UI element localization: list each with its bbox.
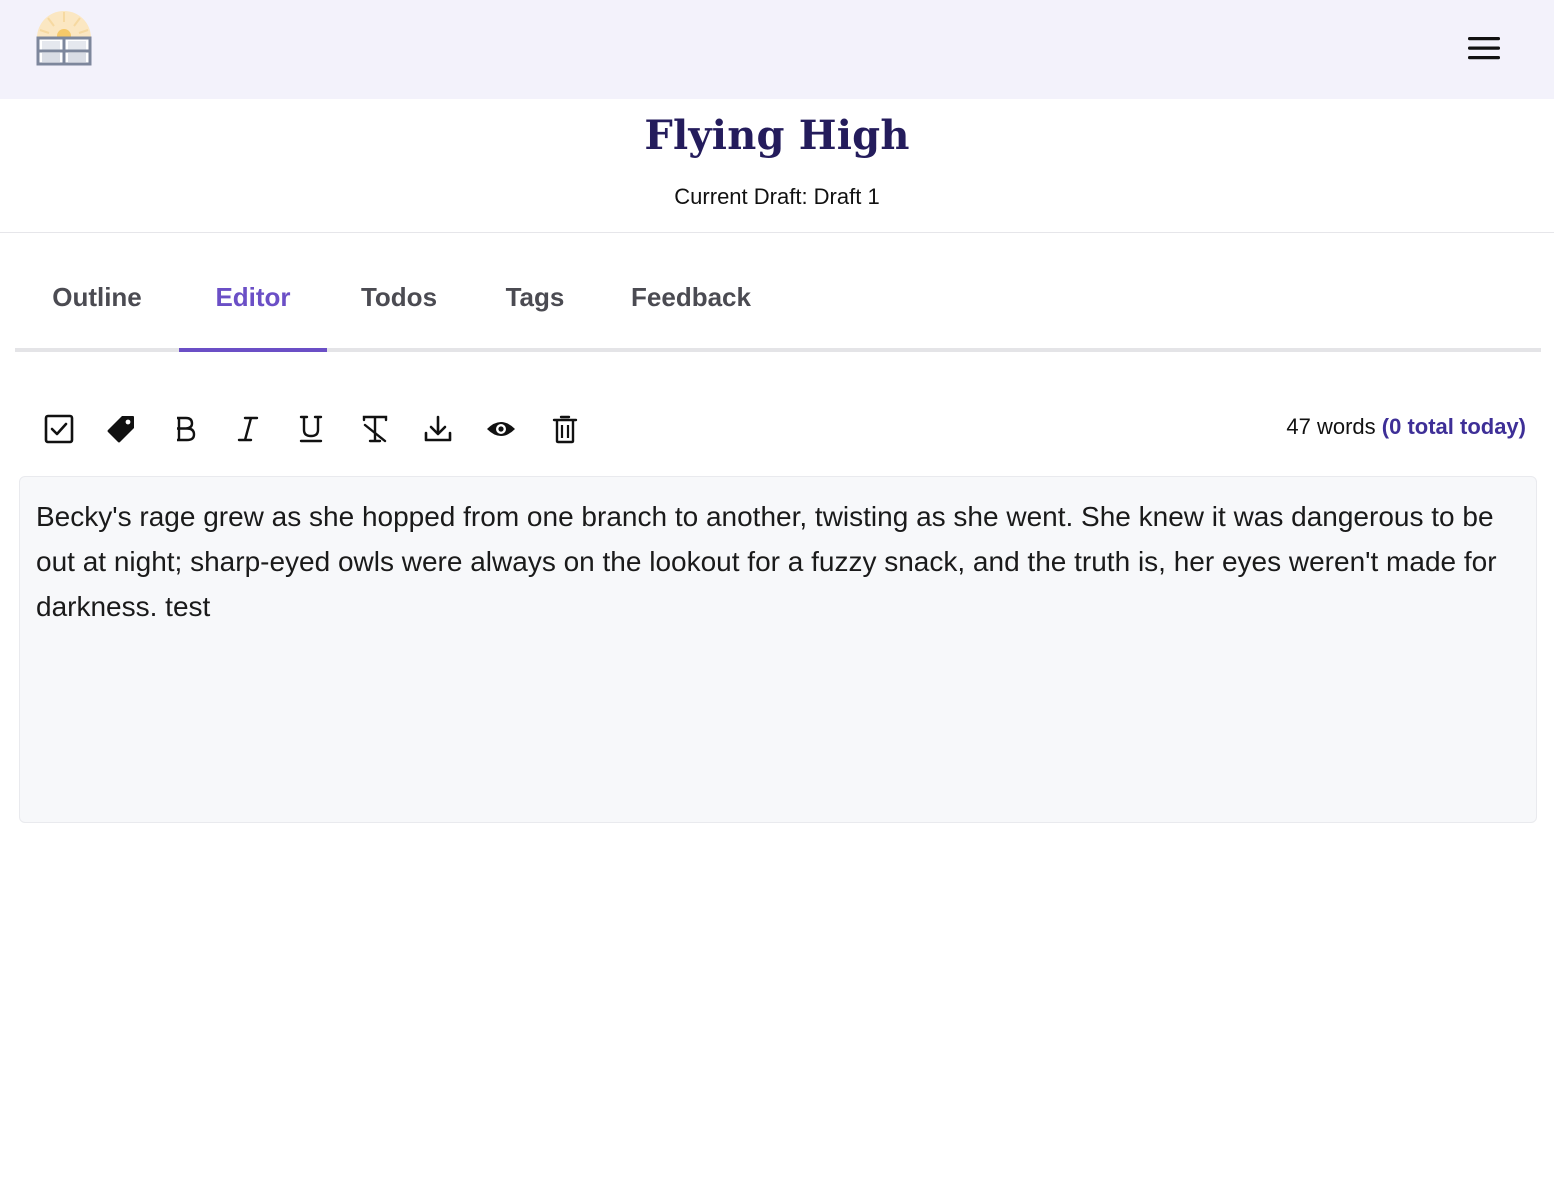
tab-editor[interactable]: Editor <box>179 262 327 348</box>
checkbox-icon[interactable] <box>36 406 82 452</box>
word-count: 47 words (0 total today) <box>1286 414 1526 440</box>
bold-icon[interactable] <box>162 406 208 452</box>
tag-icon[interactable] <box>98 406 144 452</box>
download-icon[interactable] <box>415 406 461 452</box>
project-title: Flying High <box>644 112 910 159</box>
trash-icon[interactable] <box>542 406 588 452</box>
app-logo-icon[interactable] <box>36 10 92 66</box>
hamburger-menu-icon[interactable] <box>1464 32 1504 64</box>
italic-icon[interactable] <box>225 406 271 452</box>
text-editor[interactable]: Becky's rage grew as she hopped from one… <box>19 476 1537 823</box>
eye-icon[interactable] <box>478 406 524 452</box>
tab-outline[interactable]: Outline <box>35 262 159 348</box>
current-draft-label: Current Draft: Draft 1 <box>674 184 880 209</box>
tab-todos[interactable]: Todos <box>349 262 449 348</box>
word-count-value: 47 words <box>1286 414 1376 439</box>
header-divider <box>0 232 1554 233</box>
tab-feedback[interactable]: Feedback <box>623 262 759 348</box>
tab-bar: Outline Editor Todos Tags Feedback <box>15 262 1541 352</box>
clear-format-icon[interactable] <box>352 406 398 452</box>
tab-tags[interactable]: Tags <box>499 262 571 348</box>
top-navigation-bar <box>0 0 1554 99</box>
active-tab-indicator <box>179 348 327 352</box>
today-word-total: (0 total today) <box>1381 414 1526 439</box>
underline-icon[interactable] <box>288 406 334 452</box>
